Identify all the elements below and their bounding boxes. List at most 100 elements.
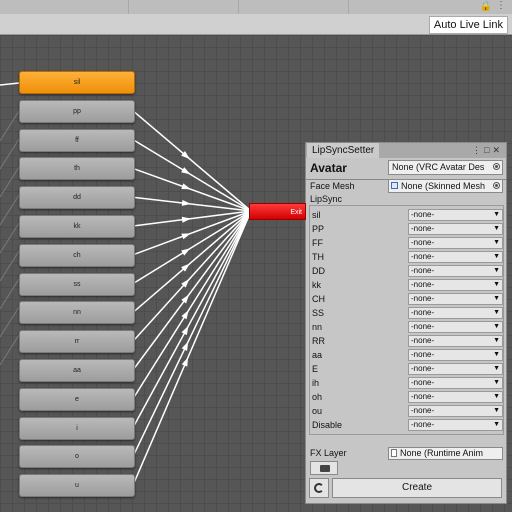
blendshape-dropdown[interactable]: -none- ▼ xyxy=(408,251,503,263)
avatar-object-field[interactable]: None (VRC Avatar Des xyxy=(388,160,503,175)
blendshape-dropdown[interactable]: -none- ▼ xyxy=(408,223,503,235)
background-edge xyxy=(0,222,20,254)
lipsync-row: TH -none- ▼ xyxy=(310,250,503,264)
dropdown-arrow-icon: ▼ xyxy=(493,337,500,344)
lipsync-row: E -none- ▼ xyxy=(310,362,503,376)
fx-layer-field-value: None (Runtime Anim xyxy=(400,448,484,458)
refresh-button[interactable] xyxy=(309,478,329,498)
state-node[interactable]: ss xyxy=(19,272,135,296)
transition-arrow xyxy=(181,216,192,223)
state-node[interactable]: ch xyxy=(19,243,135,267)
blendshape-dropdown[interactable]: -none- ▼ xyxy=(408,265,503,277)
dropdown-arrow-icon: ▼ xyxy=(493,211,500,218)
lipsync-row-label: Disable xyxy=(312,420,343,430)
dropdown-value: -none- xyxy=(411,406,435,415)
lipsync-row: Disable -none- ▼ xyxy=(310,418,503,432)
exit-node[interactable]: Exit xyxy=(249,203,306,220)
object-picker-icon[interactable] xyxy=(493,163,500,170)
state-node[interactable]: aa xyxy=(19,359,135,382)
dropdown-value: -none- xyxy=(411,322,435,331)
entry-edge xyxy=(0,82,20,86)
lipsync-row-label: aa xyxy=(312,350,323,360)
blendshape-dropdown[interactable]: -none- ▼ xyxy=(408,307,503,319)
lipsync-row-label: kk xyxy=(312,280,321,290)
state-node[interactable]: th xyxy=(19,157,135,181)
lipsync-row: oh -none- ▼ xyxy=(310,390,503,404)
state-node[interactable]: i xyxy=(19,416,135,440)
state-node[interactable]: kk xyxy=(19,215,135,238)
transition-edge[interactable] xyxy=(132,210,252,227)
dropdown-value: -none- xyxy=(411,336,435,345)
lipsync-row-label: nn xyxy=(312,322,323,332)
lipsync-row: RR -none- ▼ xyxy=(310,334,503,348)
panel-tab-title[interactable]: LipSyncSetter xyxy=(307,143,380,158)
lipsync-row-label: oh xyxy=(312,392,323,402)
transition-arrow xyxy=(181,167,191,175)
blendshape-dropdown[interactable]: -none- ▼ xyxy=(408,279,503,291)
blendshape-dropdown[interactable]: -none- ▼ xyxy=(408,391,503,403)
transition-edge[interactable] xyxy=(132,210,252,313)
blendshape-dropdown[interactable]: -none- ▼ xyxy=(408,419,503,431)
state-node[interactable]: dd xyxy=(19,186,135,210)
transition-edge[interactable] xyxy=(132,210,252,400)
transition-edge[interactable] xyxy=(132,210,252,486)
transition-arrow xyxy=(181,341,189,351)
blendshape-dropdown[interactable]: -none- ▼ xyxy=(408,377,503,389)
lock-icon[interactable]: 🔒 xyxy=(480,2,492,12)
transition-edge[interactable] xyxy=(132,210,252,371)
folder-icon xyxy=(320,465,330,472)
object-picker-icon[interactable] xyxy=(493,182,500,189)
lipsync-row-label: FF xyxy=(312,238,323,248)
default-state-node[interactable]: sil xyxy=(19,71,135,94)
background-edge xyxy=(0,194,20,226)
lipsync-row: aa -none- ▼ xyxy=(310,348,503,362)
state-node[interactable]: o xyxy=(19,445,135,469)
blendshape-dropdown[interactable]: -none- ▼ xyxy=(408,335,503,347)
dropdown-arrow-icon: ▼ xyxy=(493,295,500,302)
dropdown-value: -none- xyxy=(411,224,435,233)
transition-edge[interactable] xyxy=(132,210,252,428)
fx-layer-object-field[interactable]: None (Runtime Anim xyxy=(388,447,503,460)
background-edge xyxy=(0,110,20,142)
lipsync-row: sil -none- ▼ xyxy=(310,208,503,222)
blendshape-dropdown[interactable]: -none- ▼ xyxy=(408,293,503,305)
transition-arrow xyxy=(181,248,191,256)
panel-window-controls[interactable]: ⋮□✕ xyxy=(472,144,503,156)
state-node[interactable]: e xyxy=(19,387,135,411)
face-mesh-label: Face Mesh xyxy=(310,181,355,191)
panel-tab-bar: LipSyncSetter ⋮□✕ xyxy=(306,143,506,158)
dropdown-arrow-icon: ▼ xyxy=(493,351,500,358)
blendshape-dropdown[interactable]: -none- ▼ xyxy=(408,405,503,417)
state-node[interactable]: u xyxy=(19,474,135,498)
blendshape-dropdown[interactable]: -none- ▼ xyxy=(408,209,503,221)
transition-arrow xyxy=(181,325,189,336)
transition-arrow xyxy=(181,310,189,320)
blendshape-dropdown[interactable]: -none- ▼ xyxy=(408,321,503,333)
face-mesh-object-field[interactable]: None (Skinned Mesh xyxy=(388,179,503,193)
avatar-row: Avatar None (VRC Avatar Des xyxy=(306,158,506,178)
state-node[interactable]: nn xyxy=(19,301,135,325)
blendshape-dropdown[interactable]: -none- ▼ xyxy=(408,237,503,249)
dropdown-value: -none- xyxy=(411,364,435,373)
dropdown-value: -none- xyxy=(411,252,435,261)
dropdown-value: -none- xyxy=(411,378,435,387)
lipsync-row: ih -none- ▼ xyxy=(310,376,503,390)
dropdown-value: -none- xyxy=(411,210,435,219)
state-node[interactable]: ff xyxy=(19,128,135,152)
dropdown-value: -none- xyxy=(411,420,435,429)
transition-edge[interactable] xyxy=(132,210,252,342)
create-button[interactable]: Create xyxy=(332,478,502,498)
menu-icon[interactable]: ⋮ xyxy=(496,1,506,11)
dropdown-arrow-icon: ▼ xyxy=(493,309,500,316)
blendshape-dropdown[interactable]: -none- ▼ xyxy=(408,363,503,375)
state-node[interactable]: pp xyxy=(19,99,135,123)
auto-live-link-toggle[interactable]: Auto Live Link xyxy=(428,16,508,34)
background-edge xyxy=(0,278,20,310)
dropdown-arrow-icon: ▼ xyxy=(493,323,500,330)
lipsync-setter-window: LipSyncSetter ⋮□✕ Avatar None (VRC Avata… xyxy=(305,142,507,504)
transition-edge[interactable] xyxy=(132,110,252,212)
blendshape-dropdown[interactable]: -none- ▼ xyxy=(408,349,503,361)
folder-button[interactable] xyxy=(310,461,338,475)
state-node[interactable]: rr xyxy=(19,330,135,354)
background-edge xyxy=(0,250,20,282)
